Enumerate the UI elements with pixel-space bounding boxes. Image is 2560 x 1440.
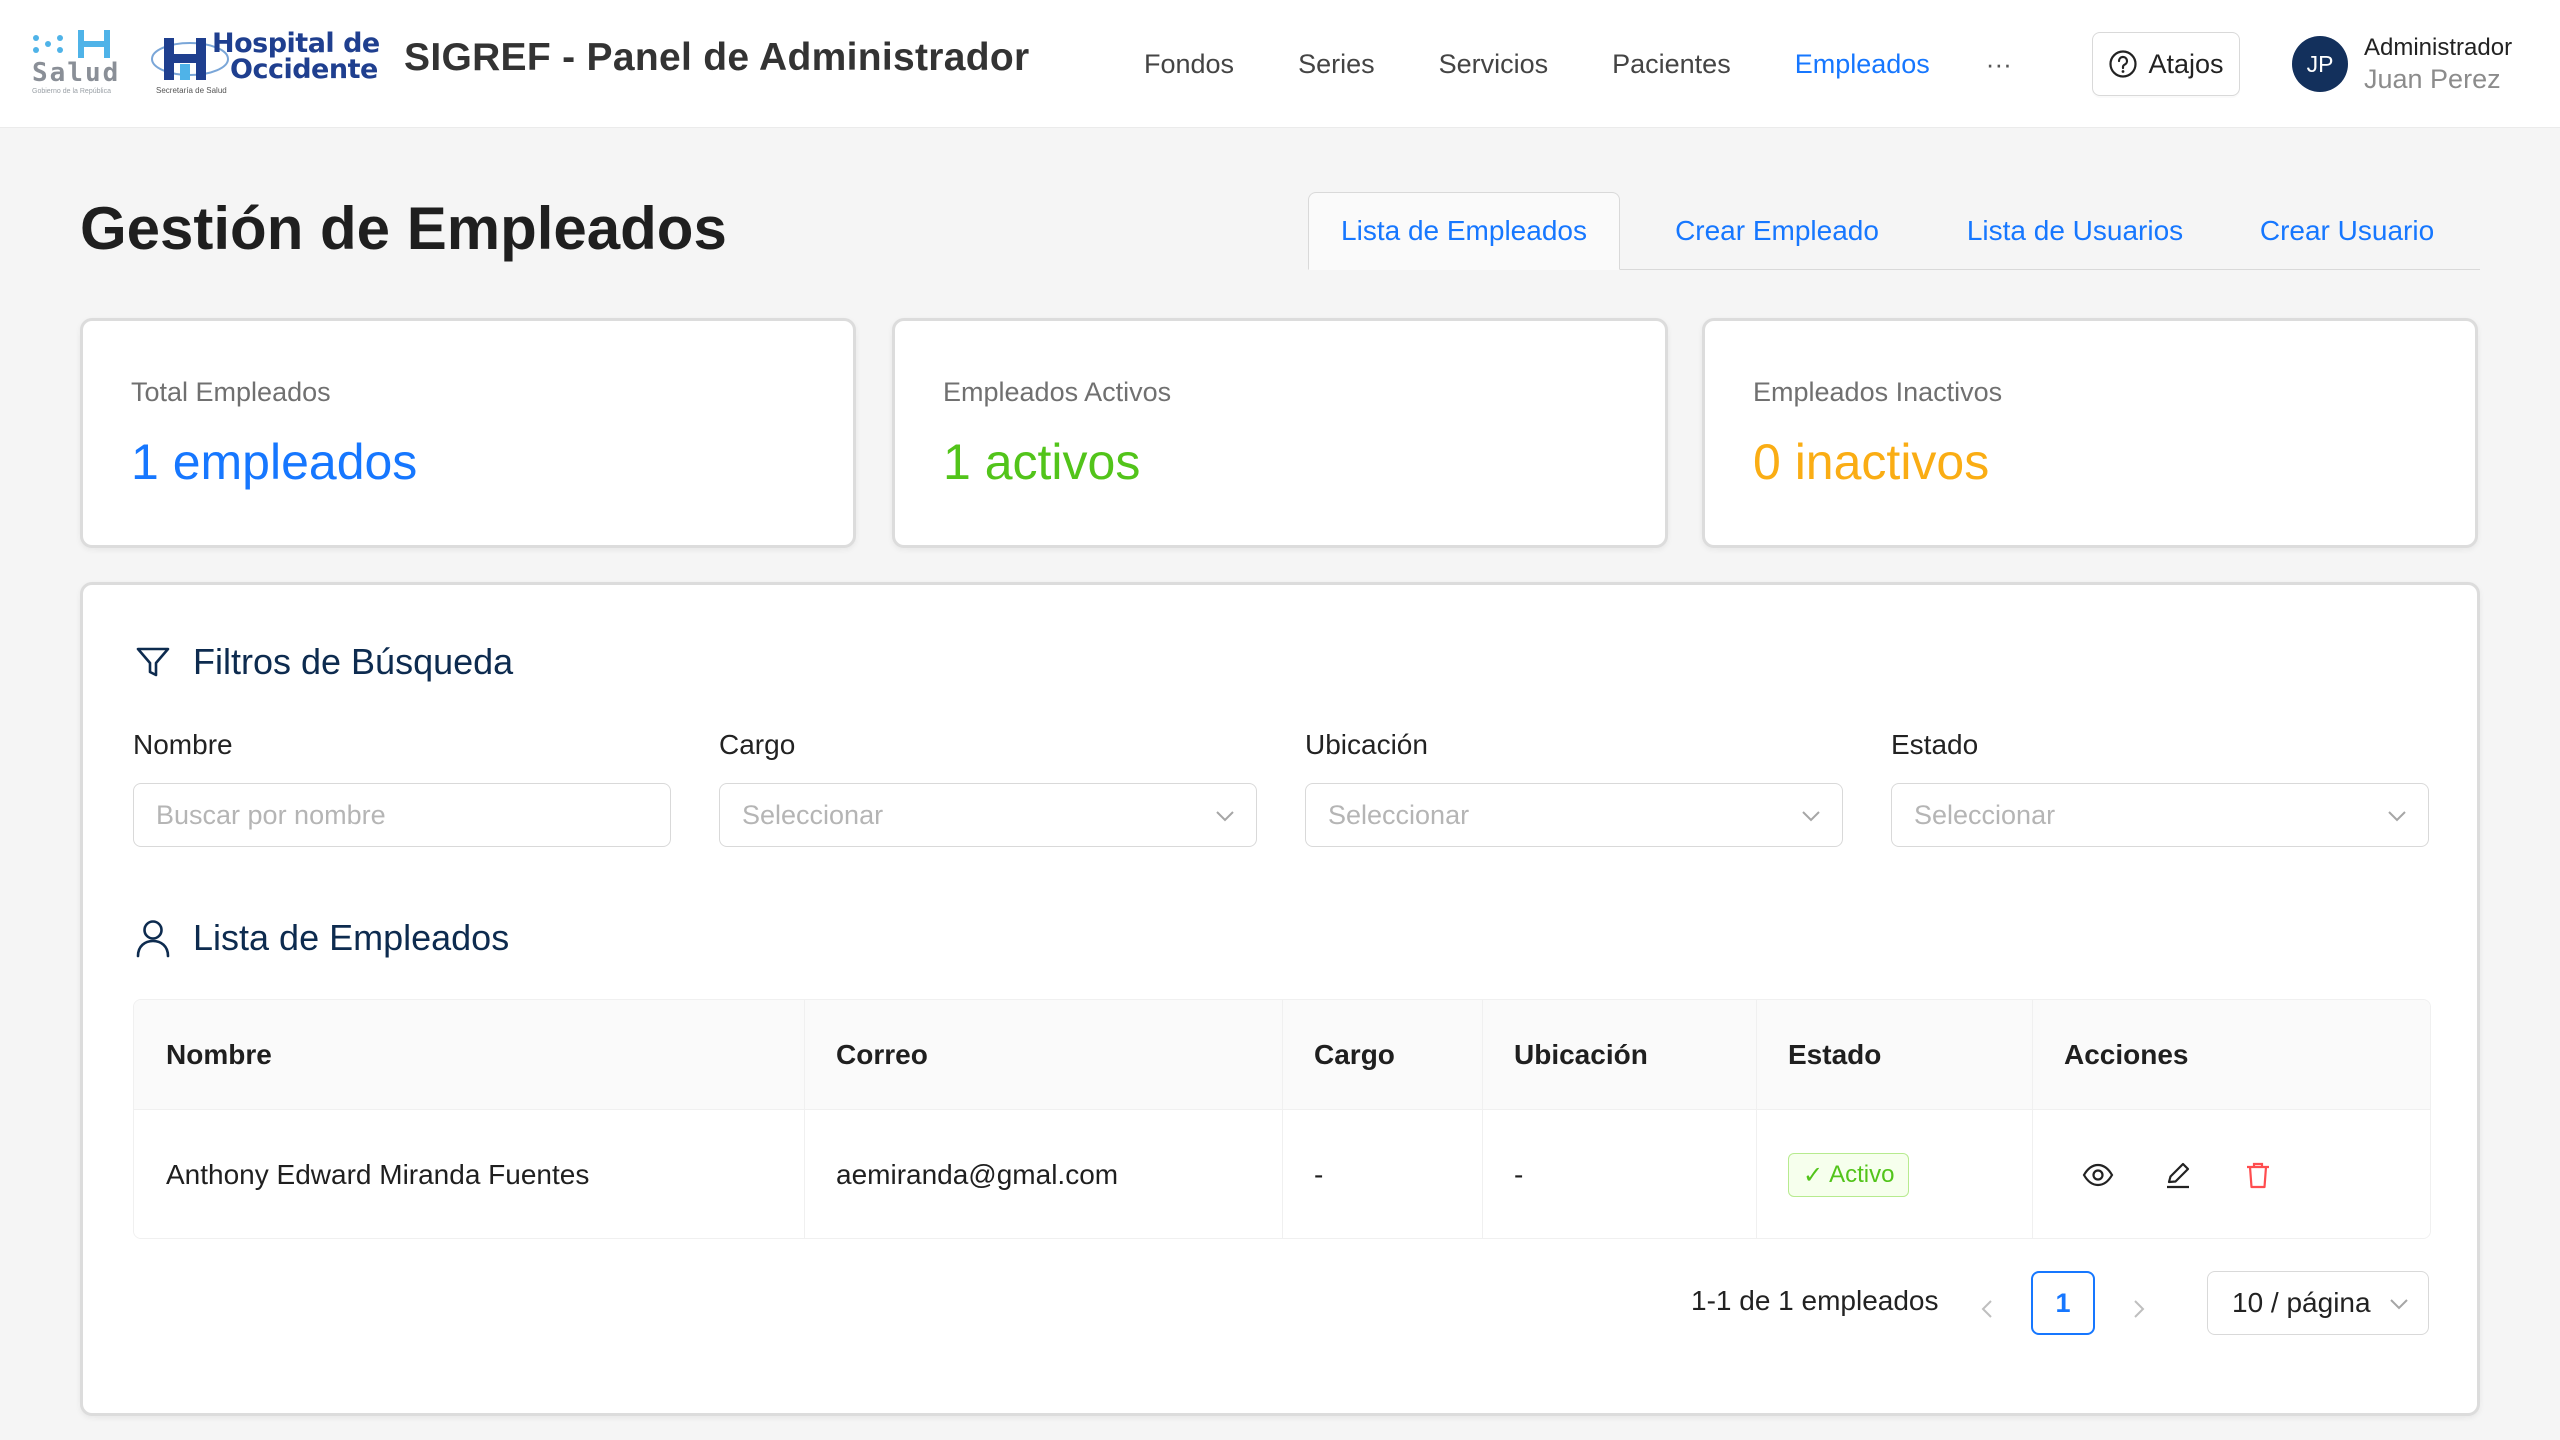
chevron-down-icon [2388,811,2406,822]
cell-correo: aemiranda@gmal.com [836,1159,1119,1190]
filter-cargo-label: Cargo [719,729,796,760]
filter-estado-placeholder: Seleccionar [1914,799,2056,830]
stat-card-activos: Empleados Activos 1 activos [892,318,1668,548]
column-divider [1756,1000,1757,1238]
nav-item-servicios[interactable]: Servicios [1439,49,1549,80]
hospital-logo-line2: Occidente [230,54,378,85]
question-circle-icon [2109,50,2138,78]
nav-item-series[interactable]: Series [1298,49,1375,80]
status-badge: ✓ Activo [1788,1153,1910,1197]
employees-list-header: Lista de Empleados [133,917,509,959]
column-divider [804,1000,805,1238]
filter-icon [136,647,170,677]
column-header-estado: Estado [1788,1039,1882,1070]
avatar[interactable]: JP [2292,36,2348,92]
nav-more-icon[interactable]: ··· [1986,49,2012,80]
stat-inactivos-value: 0 inactivos [1753,434,1990,490]
column-divider [1282,1000,1283,1238]
pagination-total: 1-1 de 1 empleados [1691,1285,1939,1316]
tab-crear-empleado[interactable]: Crear Empleado [1620,192,1934,269]
column-header-cargo: Cargo [1314,1039,1395,1070]
stat-inactivos-label: Empleados Inactivos [1753,377,2003,407]
chevron-down-icon [2390,1299,2408,1310]
filter-ubicacion-placeholder: Seleccionar [1328,799,1470,830]
page-size-select[interactable]: 10 / página [2207,1271,2429,1335]
page-tabs: Lista de Empleados Crear Empleado Lista … [1308,192,2480,270]
column-divider [1482,1000,1483,1238]
stat-total-value: 1 empleados [131,434,418,490]
app-title: SIGREF - Panel de Administrador [404,36,1030,79]
tab-lista-empleados[interactable]: Lista de Empleados [1308,192,1620,270]
stat-card-total: Total Empleados 1 empleados [80,318,856,548]
chevron-right-icon [2134,1300,2145,1318]
page-size-label: 10 / página [2232,1287,2371,1318]
column-header-acciones: Acciones [2064,1039,2189,1070]
delete-icon[interactable] [2242,1159,2274,1191]
stat-total-label: Total Empleados [131,377,331,407]
check-icon: ✓ [1803,1161,1824,1189]
eye-icon[interactable] [2082,1159,2114,1191]
pagination-next-button[interactable] [2119,1277,2159,1341]
edit-icon[interactable] [2162,1159,2194,1191]
chevron-down-icon [1216,811,1234,822]
stat-activos-value: 1 activos [943,434,1141,490]
employees-panel: Filtros de Búsqueda Nombre Cargo Selecci… [80,582,2480,1416]
hospital-logo-subtext: Secretaría de Salud [156,86,227,95]
user-name: Juan Perez [2364,64,2501,94]
cell-nombre: Anthony Edward Miranda Fuentes [166,1159,590,1190]
cell-ubicacion: - [1514,1159,1524,1190]
employees-list-title: Lista de Empleados [193,917,510,958]
filter-ubicacion-select[interactable]: Seleccionar [1305,783,1843,847]
page-title: Gestión de Empleados [80,195,727,262]
filters-header: Filtros de Búsqueda [133,641,513,683]
shortcuts-button-label: Atajos [2148,48,2224,79]
top-header: Salud Gobierno de la República Hospital … [0,0,2560,128]
nav-item-empleados[interactable]: Empleados [1795,49,1930,80]
chevron-left-icon [1981,1300,1992,1318]
filter-estado-label: Estado [1891,729,1979,760]
pagination-page-1[interactable]: 1 [2031,1271,2095,1335]
column-header-correo: Correo [836,1039,928,1070]
filter-nombre-field[interactable] [133,783,671,847]
salud-h-mark-icon [33,30,110,58]
cell-cargo: - [1314,1159,1324,1190]
main-nav: Fondos Series Servicios Pacientes Emplea… [1144,0,2012,128]
search-name-input[interactable] [156,799,656,831]
filters-title: Filtros de Búsqueda [193,641,514,682]
filter-ubicacion-label: Ubicación [1305,729,1428,760]
filter-nombre-label: Nombre [133,729,233,760]
employees-table: Nombre Correo Cargo Ubicación Estado Acc… [133,999,2431,1239]
salud-logo: Salud Gobierno de la República [30,28,118,98]
filter-cargo-select[interactable]: Seleccionar [719,783,1257,847]
tab-crear-usuario[interactable]: Crear Usuario [2216,192,2478,269]
status-badge-label: Activo [1829,1161,1895,1188]
salud-logo-text: Salud [32,58,121,88]
nav-item-fondos[interactable]: Fondos [1144,49,1234,80]
stat-card-inactivos: Empleados Inactivos 0 inactivos [1702,318,2478,548]
stat-activos-label: Empleados Activos [943,377,1172,407]
nav-item-pacientes[interactable]: Pacientes [1612,49,1731,80]
hospital-logo: Hospital de Occidente Secretaría de Salu… [150,24,380,102]
filter-cargo-placeholder: Seleccionar [742,799,884,830]
shortcuts-button[interactable]: Atajos [2092,32,2240,96]
column-header-ubicacion: Ubicación [1514,1039,1648,1070]
column-divider [2032,1000,2033,1238]
cell-acciones [2032,1110,2430,1238]
user-icon [136,920,170,958]
cell-estado: ✓ Activo [1756,1110,2032,1238]
chevron-down-icon [1802,811,1820,822]
column-header-nombre: Nombre [166,1039,272,1070]
tab-lista-usuarios[interactable]: Lista de Usuarios [1934,192,2216,269]
user-role: Administrador [2364,34,2513,61]
pagination-prev-button[interactable] [1967,1277,2007,1341]
salud-logo-subtext: Gobierno de la República [32,88,111,95]
filter-estado-select[interactable]: Seleccionar [1891,783,2429,847]
